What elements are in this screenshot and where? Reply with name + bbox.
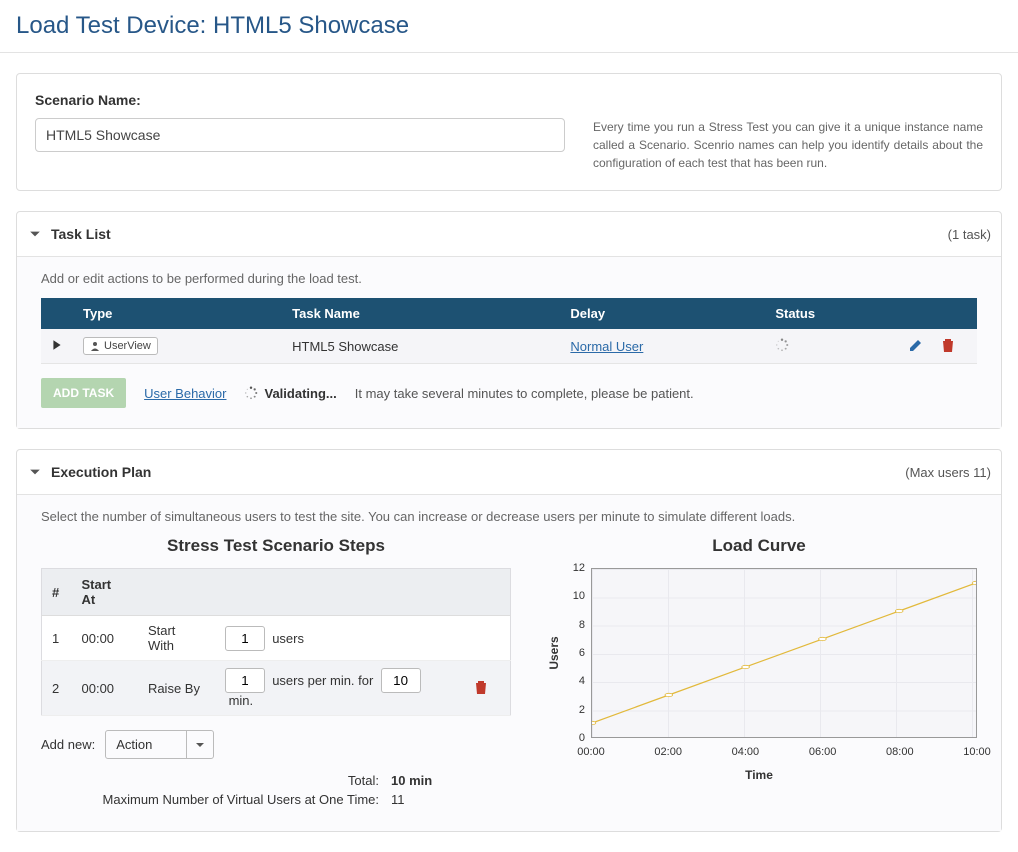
validating-indicator: Validating...	[244, 386, 336, 401]
type-badge-label: UserView	[104, 340, 151, 352]
delay-link[interactable]: Normal User	[570, 339, 643, 354]
add-task-button: ADD TASK	[41, 378, 126, 408]
add-new-value: Action	[106, 731, 186, 758]
chevron-down-icon	[27, 466, 43, 478]
execution-plan-desc: Select the number of simultaneous users …	[41, 509, 977, 524]
expand-row-icon[interactable]	[51, 339, 63, 354]
max-users-value: 11	[391, 792, 405, 807]
max-users-label: (Max users 11)	[905, 465, 991, 480]
step2-value2-input[interactable]	[381, 668, 421, 693]
add-new-label: Add new:	[41, 737, 95, 752]
scenario-help-text: Every time you run a Stress Test you can…	[593, 118, 983, 172]
task-name-cell: HTML5 Showcase	[282, 329, 560, 364]
col-delay: Delay	[560, 298, 765, 329]
delete-step-icon[interactable]	[472, 678, 490, 696]
user-behavior-link[interactable]: User Behavior	[144, 386, 226, 401]
steps-table: # Start At 1 00:00 Start With us	[41, 568, 511, 716]
chevron-down-icon	[186, 731, 213, 758]
edit-icon[interactable]	[907, 336, 925, 354]
execution-plan-header[interactable]: Execution Plan (Max users 11)	[17, 450, 1001, 495]
col-status: Status	[765, 298, 897, 329]
scenario-name-input[interactable]	[35, 118, 565, 152]
max-users-label: Maximum Number of Virtual Users at One T…	[41, 792, 391, 807]
chart-title: Load Curve	[541, 536, 977, 556]
total-label: Total:	[41, 773, 391, 788]
chevron-down-icon	[27, 228, 43, 240]
spinner-icon	[244, 386, 258, 400]
col-step-num: #	[42, 569, 72, 616]
task-list-desc: Add or edit actions to be performed duri…	[41, 271, 977, 286]
type-badge: UserView	[83, 337, 158, 355]
table-row: UserView HTML5 Showcase Normal User	[41, 329, 977, 364]
scenario-panel: Scenario Name: Every time you run a Stre…	[16, 73, 1002, 191]
total-value: 10 min	[391, 773, 432, 788]
validating-note: It may take several minutes to complete,…	[355, 386, 694, 401]
task-list-panel: Task List (1 task) Add or edit actions t…	[16, 211, 1002, 429]
validating-label: Validating...	[264, 386, 336, 401]
task-list-header[interactable]: Task List (1 task)	[17, 212, 1001, 257]
delete-icon[interactable]	[939, 336, 957, 354]
load-curve-chart: Users 024681012 00:0002:0004:0006:0008:0…	[541, 568, 977, 782]
table-row: 2 00:00 Raise By users per min. for min.	[42, 661, 511, 716]
status-spinner-icon	[775, 340, 789, 355]
execution-plan-title: Execution Plan	[51, 464, 151, 480]
step1-value-input[interactable]	[225, 626, 265, 651]
steps-title: Stress Test Scenario Steps	[41, 536, 511, 556]
col-name: Task Name	[282, 298, 560, 329]
execution-plan-panel: Execution Plan (Max users 11) Select the…	[16, 449, 1002, 832]
task-table: Type Task Name Delay Status	[41, 298, 977, 364]
scenario-label: Scenario Name:	[35, 92, 983, 108]
page-title: Load Test Device: HTML5 Showcase	[0, 0, 1018, 53]
x-axis-label: Time	[541, 768, 977, 782]
col-type: Type	[73, 298, 282, 329]
add-new-combo[interactable]: Action	[105, 730, 214, 759]
step2-value1-input[interactable]	[225, 668, 265, 693]
task-list-title: Task List	[51, 226, 111, 242]
table-row: 1 00:00 Start With users	[42, 616, 511, 661]
task-count: (1 task)	[948, 227, 991, 242]
col-step-start: Start At	[72, 569, 138, 616]
